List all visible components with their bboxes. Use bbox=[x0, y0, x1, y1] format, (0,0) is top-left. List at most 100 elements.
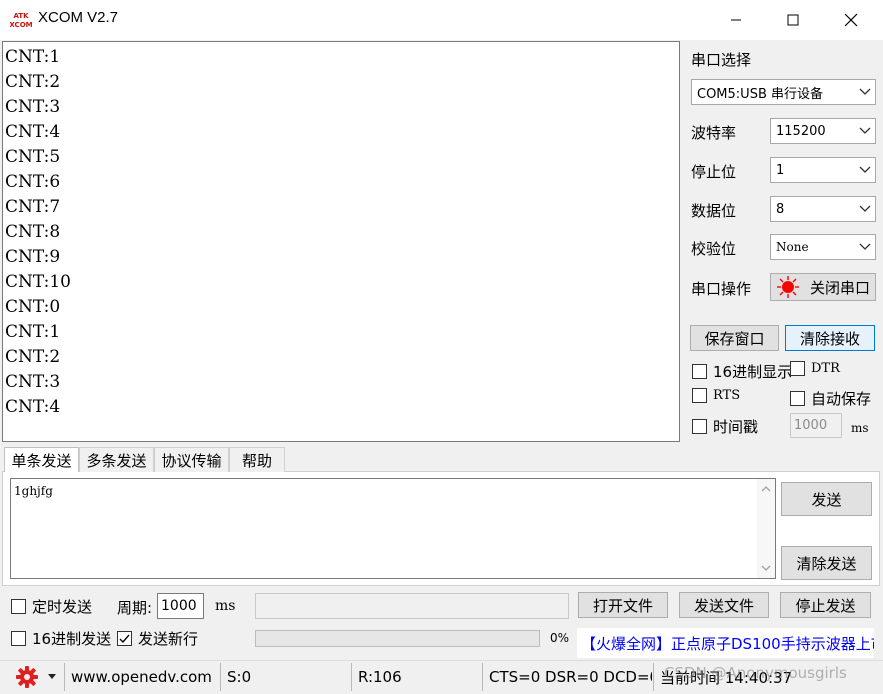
receive-area[interactable]: CNT:1 CNT:2 CNT:3 CNT:4 CNT:5 CNT:6 CNT:… bbox=[2, 41, 680, 442]
rts-checkbox[interactable]: RTS bbox=[692, 388, 740, 403]
period-input[interactable]: 1000 bbox=[157, 593, 204, 619]
timed-send-label: 定时发送 bbox=[32, 598, 93, 616]
data-bits-value: 8 bbox=[776, 201, 785, 217]
dtr-label: DTR bbox=[811, 361, 840, 376]
receive-line: CNT:2 bbox=[5, 72, 61, 92]
chevron-down-icon bbox=[855, 127, 875, 135]
port-select[interactable]: COM5:USB 串行设备 bbox=[691, 79, 876, 105]
chevron-down-icon bbox=[855, 243, 875, 251]
minimize-button[interactable] bbox=[713, 0, 759, 40]
receive-line: CNT:3 bbox=[5, 372, 61, 392]
open-file-button[interactable]: 打开文件 bbox=[578, 592, 668, 618]
receive-line: CNT:10 bbox=[5, 272, 71, 292]
checkbox-box bbox=[790, 361, 805, 376]
checkbox-box bbox=[692, 419, 707, 434]
hex-send-label: 16进制发送 bbox=[32, 630, 112, 648]
timestamp-interval-input[interactable]: 1000 bbox=[790, 413, 842, 438]
maximize-button[interactable] bbox=[770, 0, 816, 40]
parity-select[interactable]: None bbox=[770, 234, 876, 260]
receive-line: CNT:9 bbox=[5, 247, 61, 267]
send-file-button[interactable]: 发送文件 bbox=[679, 592, 769, 618]
clear-receive-button[interactable]: 清除接收 bbox=[785, 325, 875, 351]
window-title: XCOM V2.7 bbox=[38, 9, 119, 26]
tab-protocol[interactable]: 协议传输 bbox=[154, 447, 229, 472]
receive-line: CNT:6 bbox=[5, 172, 61, 192]
chevron-down-icon bbox=[855, 88, 875, 96]
port-select-value: COM5:USB 串行设备 bbox=[697, 86, 823, 102]
auto-save-checkbox[interactable]: 自动保存 bbox=[790, 388, 871, 409]
period-unit: ms bbox=[215, 598, 236, 614]
port-operation-label: 串口操作 bbox=[691, 280, 752, 298]
timestamp-label: 时间戳 bbox=[713, 418, 759, 436]
ad-banner-link[interactable]: 【火爆全网】正点原子DS100手持示波器上市 bbox=[577, 628, 874, 658]
app-logo: ATK XCOM bbox=[9, 10, 32, 30]
stop-bits-value: 1 bbox=[776, 162, 785, 178]
receive-line: CNT:1 bbox=[5, 322, 61, 342]
receive-line: CNT:5 bbox=[5, 147, 61, 167]
dtr-checkbox[interactable]: DTR bbox=[790, 361, 840, 376]
stop-bits-select[interactable]: 1 bbox=[770, 157, 876, 183]
checkbox-box bbox=[117, 631, 132, 646]
auto-save-label: 自动保存 bbox=[811, 390, 872, 408]
hex-display-checkbox[interactable]: 16进制显示 bbox=[692, 361, 792, 382]
maximize-icon bbox=[787, 14, 799, 26]
data-bits-select[interactable]: 8 bbox=[770, 196, 876, 222]
website-link[interactable]: www.openedv.com bbox=[64, 663, 219, 691]
hex-send-checkbox[interactable]: 16进制发送 bbox=[11, 628, 111, 649]
logo-text-top: ATK bbox=[13, 12, 29, 20]
save-window-button[interactable]: 保存窗口 bbox=[690, 325, 779, 351]
send-progress-bar bbox=[255, 630, 540, 647]
caret-down-icon bbox=[48, 674, 56, 679]
receive-line: CNT:0 bbox=[5, 297, 61, 317]
logo-text-bottom: XCOM bbox=[10, 21, 32, 29]
hex-display-label: 16进制显示 bbox=[713, 363, 793, 381]
close-icon bbox=[844, 13, 858, 27]
rts-label: RTS bbox=[713, 388, 741, 403]
scroll-up-icon bbox=[761, 486, 771, 492]
current-time: 当前时间 14:40:37 bbox=[653, 663, 883, 691]
tab-single-send[interactable]: 单条发送 bbox=[4, 447, 79, 472]
tab-help[interactable]: 帮助 bbox=[229, 447, 285, 472]
receive-line: CNT:3 bbox=[5, 97, 61, 117]
baud-label: 波特率 bbox=[691, 124, 737, 142]
chevron-down-icon bbox=[855, 166, 875, 174]
baud-select[interactable]: 115200 bbox=[770, 118, 876, 144]
receive-line: CNT:7 bbox=[5, 197, 61, 217]
receive-line: CNT:1 bbox=[5, 47, 61, 67]
clear-send-button[interactable]: 清除发送 bbox=[781, 546, 872, 580]
checkmark-icon bbox=[119, 634, 130, 644]
receive-line: CNT:4 bbox=[5, 122, 61, 142]
checkbox-box bbox=[790, 391, 805, 406]
line-status: CTS=0 DSR=0 DCD=0 bbox=[482, 663, 652, 691]
settings-menu-button[interactable] bbox=[16, 666, 56, 688]
stop-send-button[interactable]: 停止发送 bbox=[780, 592, 871, 618]
gear-icon bbox=[16, 666, 38, 688]
checkbox-box bbox=[11, 631, 26, 646]
tab-multi-send[interactable]: 多条发送 bbox=[79, 447, 154, 472]
receive-line: CNT:4 bbox=[5, 397, 61, 417]
file-path-input[interactable] bbox=[255, 593, 569, 619]
baud-value: 115200 bbox=[776, 123, 826, 139]
period-label: 周期: bbox=[117, 599, 153, 617]
close-button[interactable] bbox=[828, 0, 874, 40]
received-count: R:106 bbox=[351, 663, 481, 691]
send-newline-checkbox[interactable]: 发送新行 bbox=[117, 628, 198, 649]
send-newline-label: 发送新行 bbox=[138, 630, 199, 648]
timestamp-checkbox[interactable]: 时间戳 bbox=[692, 416, 758, 437]
close-port-label: 关闭串口 bbox=[810, 278, 871, 297]
send-input[interactable]: 1ghjfg bbox=[10, 478, 776, 579]
scroll-down-icon bbox=[761, 565, 771, 571]
chevron-down-icon bbox=[855, 205, 875, 213]
receive-line: CNT:2 bbox=[5, 347, 61, 367]
close-port-button[interactable]: 关闭串口 bbox=[770, 273, 876, 301]
stop-bits-label: 停止位 bbox=[691, 163, 737, 181]
timed-send-checkbox[interactable]: 定时发送 bbox=[11, 596, 92, 617]
sent-count: S:0 bbox=[220, 663, 350, 691]
parity-label: 校验位 bbox=[691, 240, 737, 258]
data-bits-label: 数据位 bbox=[691, 202, 737, 220]
send-button[interactable]: 发送 bbox=[781, 482, 872, 516]
status-led-icon bbox=[777, 276, 799, 298]
checkbox-box bbox=[692, 364, 707, 379]
send-scrollbar[interactable] bbox=[757, 479, 775, 578]
checkbox-box bbox=[692, 388, 707, 403]
